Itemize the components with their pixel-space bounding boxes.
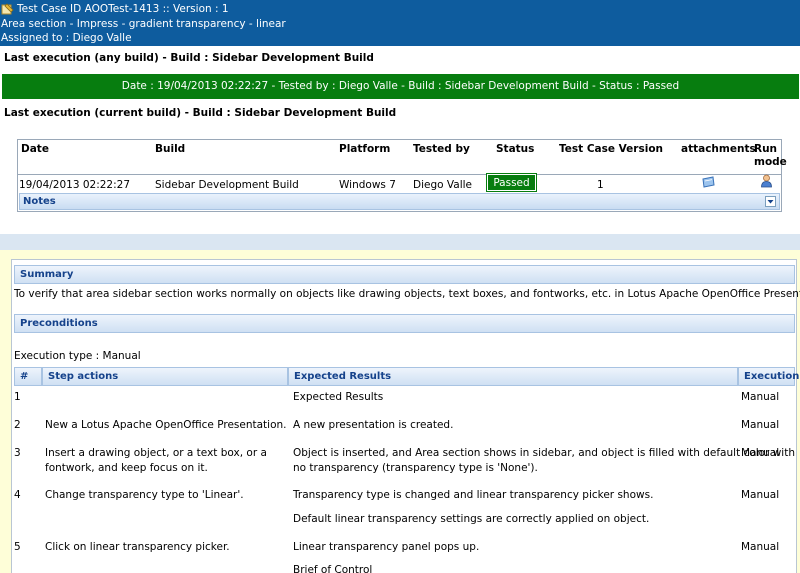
step-execution: Manual [741, 447, 780, 459]
table-divider [18, 174, 781, 175]
steps-col-execution: Execution [738, 367, 799, 386]
last-execution-any-title: Last execution (any build) - Build : Sid… [4, 52, 374, 64]
attachment-icon[interactable] [701, 176, 716, 191]
step-execution: Manual [741, 489, 780, 501]
step-expected-line2: Default linear transparency settings are… [293, 513, 650, 525]
last-execution-status-bar: Date : 19/04/2013 02:22:27 - Tested by :… [2, 74, 799, 99]
test-case-title: Test Case ID AOOTest-1413 :: Version : 1 [17, 3, 229, 15]
row-platform: Windows 7 [339, 179, 396, 191]
col-attachments: attachments [681, 143, 756, 155]
step-execution: Manual [741, 391, 780, 403]
notes-label: Notes [23, 196, 56, 207]
step-expected-line1: Linear transparency panel pops up. [293, 541, 480, 553]
chevron-down-icon[interactable] [765, 196, 776, 207]
steps-col-actions: Step actions [42, 367, 288, 386]
col-platform: Platform [339, 143, 391, 155]
col-version: Test Case Version [559, 143, 664, 155]
step-expected-line2: no transparency (transparency type is 'N… [293, 462, 538, 474]
step-expected: Expected Results [293, 391, 384, 403]
step-expected-line1: Transparency type is changed and linear … [293, 489, 654, 501]
assigned-to: Assigned to : Diego Valle [1, 32, 132, 44]
execution-type: Execution type : Manual [14, 350, 141, 362]
summary-panel-header[interactable]: Summary [14, 265, 795, 284]
section-separator [0, 234, 800, 250]
row-version: 1 [597, 179, 604, 191]
col-date: Date [21, 143, 49, 155]
step-action: Click on linear transparency picker. [45, 541, 230, 553]
row-date: 19/04/2013 02:22:27 [19, 179, 131, 191]
preconditions-panel-header[interactable]: Preconditions [14, 314, 795, 333]
execution-table: Date Build Platform Tested by Status Tes… [17, 139, 787, 212]
step-action-line2: fontwork, and keep focus on it. [45, 462, 208, 474]
col-run-mode-line1: Run [754, 143, 778, 155]
step-num: 4 [14, 489, 21, 501]
step-expected: A new presentation is created. [293, 419, 454, 431]
manual-run-icon[interactable] [760, 174, 773, 191]
step-expected-line2: Brief of Control [293, 564, 373, 573]
col-tested-by: Tested by [413, 143, 470, 155]
col-run-mode-line2: mode [754, 156, 787, 168]
step-expected-line1: Object is inserted, and Area section sho… [293, 447, 795, 459]
steps-col-num: # [14, 367, 42, 386]
step-action-line1: Insert a drawing object, or a text box, … [45, 447, 267, 459]
step-num: 3 [14, 447, 21, 459]
step-action: Change transparency type to 'Linear'. [45, 489, 244, 501]
test-case-header: Test Case ID AOOTest-1413 :: Version : 1… [0, 0, 800, 46]
step-num: 2 [14, 419, 21, 431]
col-build: Build [155, 143, 186, 155]
summary-text: To verify that area sidebar section work… [14, 288, 800, 300]
col-status: Status [496, 143, 535, 155]
test-case-subtitle: Area section - Impress - gradient transp… [1, 17, 286, 30]
steps-col-expected: Expected Results [288, 367, 738, 386]
step-execution: Manual [741, 541, 780, 553]
col-run-mode: Run mode [754, 143, 787, 168]
row-build: Sidebar Development Build [155, 179, 299, 191]
notes-bar[interactable]: Notes [19, 193, 780, 210]
row-tested-by: Diego Valle [413, 179, 472, 191]
test-case-icon[interactable] [1, 3, 14, 15]
step-execution: Manual [741, 419, 780, 431]
step-num: 1 [14, 391, 21, 403]
step-action: New a Lotus Apache OpenOffice Presentati… [45, 419, 287, 431]
step-num: 5 [14, 541, 21, 553]
last-execution-current-title: Last execution (current build) - Build :… [4, 107, 397, 119]
status-badge: Passed [486, 173, 537, 192]
